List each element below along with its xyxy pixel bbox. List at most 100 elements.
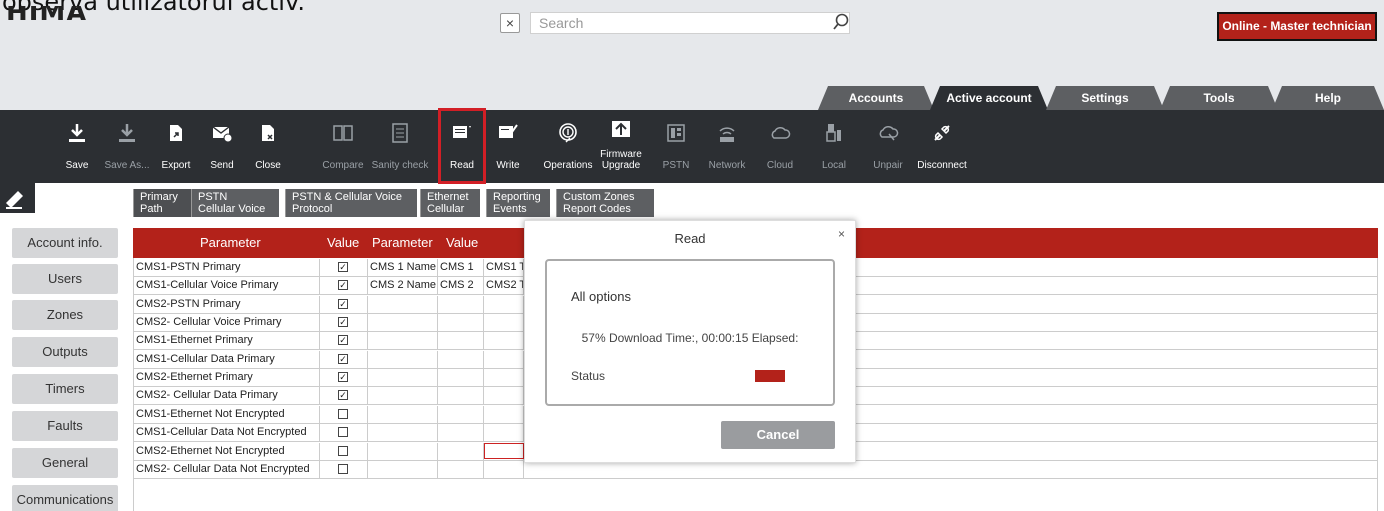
network-label: Network xyxy=(708,160,746,171)
subtab-custom-zones[interactable]: Custom Zones Report Codes xyxy=(556,189,654,217)
parameter2-cell xyxy=(368,369,438,388)
table-row[interactable]: CMS2- Cellular Data Not Encrypted xyxy=(134,460,1377,479)
send-icon xyxy=(212,126,233,143)
value2-cell[interactable] xyxy=(438,332,484,351)
checkbox[interactable]: ✓ xyxy=(338,372,348,383)
value2-cell[interactable]: CMS 1 xyxy=(438,259,484,277)
operations-button[interactable]: Operations xyxy=(540,110,596,183)
nav-faults[interactable]: Faults xyxy=(12,411,118,441)
value2-cell[interactable] xyxy=(438,405,484,424)
value2-cell[interactable]: CMS 2 xyxy=(438,277,484,296)
write-button[interactable]: Write xyxy=(489,110,527,183)
pstn-icon xyxy=(667,124,685,142)
send-button[interactable]: Send xyxy=(203,110,241,183)
save-button[interactable]: Save xyxy=(58,110,96,183)
pstn-button[interactable]: PSTN xyxy=(658,110,694,183)
subtab-reporting-events[interactable]: Reporting Events xyxy=(486,189,550,217)
parameter-cell: CMS1-Cellular Data Primary xyxy=(134,350,320,369)
download-icon xyxy=(69,124,85,142)
checkbox[interactable]: ✓ xyxy=(338,353,348,364)
sanity-check-button[interactable]: Sanity check xyxy=(370,110,430,183)
parameter2-cell xyxy=(368,332,438,351)
nav-general[interactable]: General xyxy=(12,448,118,478)
checkbox[interactable]: ✓ xyxy=(338,390,348,401)
header-value-2: Value xyxy=(446,235,479,250)
value2-cell[interactable] xyxy=(438,295,484,314)
checkbox[interactable] xyxy=(338,408,348,419)
unpair-button[interactable]: Unpair xyxy=(868,110,908,183)
subtab-line1: Ethernet xyxy=(427,191,469,203)
checkbox[interactable] xyxy=(338,463,348,474)
nav-communications[interactable]: Communications xyxy=(12,485,118,511)
value2-cell[interactable] xyxy=(438,442,484,461)
save-as-label: Save As... xyxy=(104,160,150,171)
subtab-ethernet-cellular[interactable]: Ethernet Cellular xyxy=(420,189,480,217)
header-parameter-2: Parameter xyxy=(372,235,433,250)
nav-outputs[interactable]: Outputs xyxy=(12,337,118,367)
download-icon xyxy=(119,124,135,142)
active-edit-cell[interactable] xyxy=(484,443,524,459)
extra-cell: CMS1 T xyxy=(484,259,524,277)
status-badge[interactable]: Online - Master technician xyxy=(1217,12,1377,41)
nav-timers[interactable]: Timers xyxy=(12,374,118,404)
checklist-icon xyxy=(392,123,408,143)
progress-text: 57% Download Time:, 00:00:15 Elapsed: xyxy=(581,331,799,345)
nav-account-info[interactable]: Account info. xyxy=(12,228,118,258)
disconnect-icon xyxy=(934,125,950,141)
export-button[interactable]: Export xyxy=(157,110,195,183)
options-label: All options xyxy=(571,289,631,304)
sanity-check-label: Sanity check xyxy=(371,160,429,171)
checkbox[interactable]: ✓ xyxy=(338,262,348,272)
firmware-upgrade-button[interactable]: Firmware Upgrade xyxy=(598,110,644,183)
checkbox[interactable] xyxy=(338,427,348,438)
parameter-cell: CMS1-Cellular Data Not Encrypted xyxy=(134,424,320,443)
checkbox[interactable] xyxy=(338,445,348,456)
value2-cell[interactable] xyxy=(438,350,484,369)
subtab-primary-path[interactable]: Primary Path xyxy=(133,189,191,217)
value2-cell[interactable] xyxy=(438,314,484,333)
checkbox[interactable]: ✓ xyxy=(338,298,348,309)
value2-cell[interactable] xyxy=(438,369,484,388)
parameter2-cell xyxy=(368,442,438,461)
parameter-cell: CMS2- Cellular Data Primary xyxy=(134,387,320,406)
save-as-button[interactable]: Save As... xyxy=(104,110,150,183)
subtab-pstn-cellular-protocol[interactable]: PSTN & Cellular Voice Protocol xyxy=(285,189,417,217)
search-input[interactable]: Search xyxy=(530,12,850,34)
parameter2-cell xyxy=(368,350,438,369)
parameter-cell: CMS2-PSTN Primary xyxy=(134,295,320,314)
local-button[interactable]: Local xyxy=(816,110,852,183)
value2-cell[interactable] xyxy=(438,460,484,479)
search-icon[interactable] xyxy=(832,13,850,31)
value-cell: ✓ xyxy=(320,259,368,277)
tab-settings[interactable]: Settings xyxy=(1046,86,1164,110)
subtab-line1: PSTN xyxy=(198,191,228,203)
parameter-cell: CMS2-Ethernet Primary xyxy=(134,369,320,388)
dialog-content-box: All options 57% Download Time:, 00:00:15… xyxy=(545,259,835,406)
cloud-button[interactable]: Cloud xyxy=(760,110,800,183)
upload-icon xyxy=(612,121,630,137)
compare-button[interactable]: Compare xyxy=(318,110,368,183)
checkbox[interactable]: ✓ xyxy=(338,335,348,346)
value-cell xyxy=(320,405,368,424)
close-button[interactable]: Close xyxy=(249,110,287,183)
cancel-button[interactable]: Cancel xyxy=(721,421,835,449)
export-icon xyxy=(170,125,182,141)
nav-users[interactable]: Users xyxy=(12,264,118,294)
tab-help[interactable]: Help xyxy=(1272,86,1384,110)
edit-corner[interactable] xyxy=(0,183,35,213)
tab-tools[interactable]: Tools xyxy=(1160,86,1278,110)
network-button[interactable]: Network xyxy=(702,110,752,183)
tab-active-account[interactable]: Active account xyxy=(930,86,1048,110)
value2-cell[interactable] xyxy=(438,387,484,406)
value-cell: ✓ xyxy=(320,369,368,388)
checkbox[interactable]: ✓ xyxy=(338,280,348,291)
search-clear-button[interactable]: × xyxy=(500,13,520,33)
value2-cell[interactable] xyxy=(438,424,484,443)
disconnect-button[interactable]: Disconnect xyxy=(914,110,970,183)
pstn-label: PSTN xyxy=(662,160,690,171)
dialog-close-button[interactable]: × xyxy=(838,227,845,241)
subtab-pstn-cellular-voice[interactable]: PSTN Cellular Voice xyxy=(191,189,279,217)
tab-accounts[interactable]: Accounts xyxy=(818,86,934,110)
nav-zones[interactable]: Zones xyxy=(12,300,118,330)
checkbox[interactable]: ✓ xyxy=(338,317,348,328)
